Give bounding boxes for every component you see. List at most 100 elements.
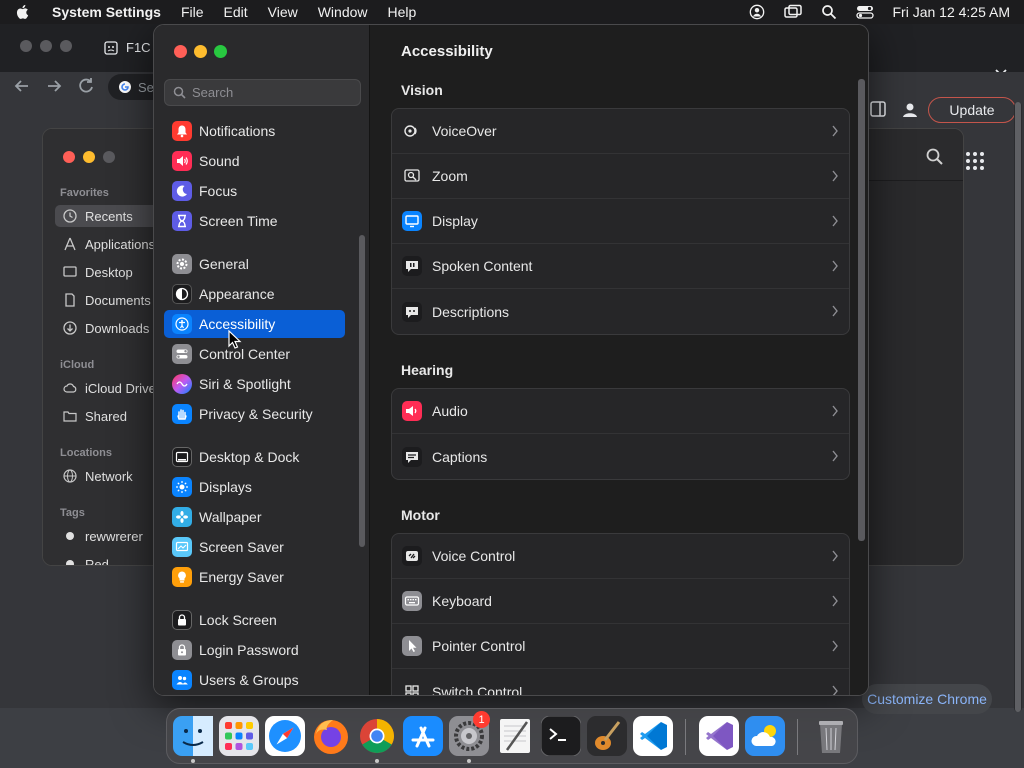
settings-search-field[interactable] — [164, 79, 361, 106]
row-label: Zoom — [432, 168, 468, 184]
dock-launchpad[interactable] — [219, 716, 259, 756]
screen-mirroring-icon[interactable] — [784, 4, 803, 20]
side-panel-icon[interactable] — [870, 101, 886, 117]
row-voice-control[interactable]: Voice Control — [392, 534, 849, 579]
profile-icon[interactable] — [900, 100, 920, 120]
audio-icon — [402, 401, 422, 421]
finder-item-tag-2[interactable]: Red — [63, 553, 109, 566]
finder-item-label: Red — [85, 556, 109, 566]
sidebar-item-focus[interactable]: Focus — [164, 177, 345, 205]
sidebar-item-desktop-dock[interactable]: Desktop & Dock — [164, 443, 345, 471]
menu-clock[interactable]: Fri Jan 12 4:25 AM — [892, 4, 1010, 20]
sidebar-item-users-groups[interactable]: Users & Groups — [164, 666, 345, 694]
back-arrow-icon[interactable] — [12, 76, 32, 96]
menu-window[interactable]: Window — [318, 4, 368, 20]
sidebar-scrollbar-thumb[interactable] — [359, 235, 365, 547]
content-scrollbar-thumb[interactable] — [858, 79, 865, 541]
zoom-button[interactable] — [214, 45, 227, 58]
menu-help[interactable]: Help — [388, 4, 417, 20]
moon-icon — [172, 181, 192, 201]
sidebar-item-login-password[interactable]: Login Password — [164, 636, 345, 664]
menu-view[interactable]: View — [268, 4, 298, 20]
finder-close-button[interactable] — [63, 151, 75, 163]
dock-terminal[interactable] — [541, 716, 581, 756]
dock-textedit[interactable] — [495, 716, 535, 756]
apps-grid-icon[interactable] — [964, 150, 986, 172]
finder-zoom-button[interactable] — [103, 151, 115, 163]
finder-item-applications[interactable]: Applications — [63, 233, 155, 255]
close-button[interactable] — [174, 45, 187, 58]
menu-file[interactable]: File — [181, 4, 204, 20]
row-label: Keyboard — [432, 593, 492, 609]
menu-edit[interactable]: Edit — [224, 4, 248, 20]
dock-trash[interactable] — [811, 716, 851, 756]
spotlight-search-icon[interactable] — [820, 4, 838, 20]
chrome-scrollbar[interactable] — [1014, 102, 1022, 712]
chrome-zoom-button[interactable] — [60, 40, 72, 52]
chevron-right-icon — [832, 305, 838, 317]
row-display[interactable]: Display — [392, 199, 849, 244]
sidebar-item-sound[interactable]: Sound — [164, 147, 345, 175]
sidebar-item-siri-spotlight[interactable]: Siri & Spotlight — [164, 370, 345, 398]
finder-item-downloads[interactable]: Downloads — [63, 317, 149, 339]
sidebar-item-energy-saver[interactable]: Energy Saver — [164, 563, 345, 591]
sidebar-item-screen-saver[interactable]: Screen Saver — [164, 533, 345, 561]
dock-chrome[interactable] — [357, 716, 397, 756]
search-input[interactable] — [192, 85, 352, 100]
reload-icon[interactable] — [76, 76, 96, 96]
shared-folder-icon — [63, 411, 77, 422]
finder-search-icon[interactable] — [925, 147, 945, 167]
finder-item-documents[interactable]: Documents — [63, 289, 151, 311]
dock-finder[interactable] — [173, 716, 213, 756]
forward-arrow-icon[interactable] — [44, 76, 64, 96]
row-descriptions[interactable]: Descriptions — [392, 289, 849, 334]
finder-item-shared[interactable]: Shared — [63, 405, 127, 427]
row-voiceover[interactable]: VoiceOver — [392, 109, 849, 154]
finder-item-network[interactable]: Network — [63, 465, 133, 487]
finder-item-tag-1[interactable]: rewwrerer — [63, 525, 143, 547]
chrome-scrollbar-thumb[interactable] — [1015, 102, 1021, 712]
dock-weather[interactable] — [745, 716, 785, 756]
dock-app-store[interactable] — [403, 716, 443, 756]
sidebar-item-privacy-security[interactable]: Privacy & Security — [164, 400, 345, 428]
dock-visual-studio[interactable] — [699, 716, 739, 756]
dock-vscode[interactable] — [633, 716, 673, 756]
row-label: Display — [432, 213, 478, 229]
dock-garageband[interactable] — [587, 716, 627, 756]
sidebar-item-displays[interactable]: Displays — [164, 473, 345, 501]
sidebar-item-wallpaper[interactable]: Wallpaper — [164, 503, 345, 531]
minimize-button[interactable] — [194, 45, 207, 58]
row-keyboard[interactable]: Keyboard — [392, 579, 849, 624]
chrome-minimize-button[interactable] — [40, 40, 52, 52]
row-audio[interactable]: Audio — [392, 389, 849, 434]
sidebar-item-screen-time[interactable]: Screen Time — [164, 207, 345, 235]
sidebar-item-accessibility[interactable]: Accessibility — [164, 310, 345, 338]
downloads-icon — [63, 321, 77, 335]
chrome-close-button[interactable] — [20, 40, 32, 52]
customize-chrome-button[interactable]: Customize Chrome — [862, 684, 992, 714]
sidebar-item-general[interactable]: General — [164, 250, 345, 278]
dock-firefox[interactable] — [311, 716, 351, 756]
chrome-update-button[interactable]: Update — [928, 97, 1016, 123]
row-switch-control[interactable]: Switch Control — [392, 669, 849, 695]
sidebar-item-lock-screen[interactable]: Lock Screen — [164, 606, 345, 634]
user-account-icon[interactable] — [748, 4, 766, 20]
dock-safari[interactable] — [265, 716, 305, 756]
finder-item-icloud-drive[interactable]: iCloud Drive — [63, 377, 156, 399]
app-name-menu[interactable]: System Settings — [52, 4, 161, 20]
sidebar-item-notifications[interactable]: Notifications — [164, 117, 345, 145]
finder-minimize-button[interactable] — [83, 151, 95, 163]
chrome-tab[interactable]: F1C — [104, 40, 151, 55]
finder-item-desktop[interactable]: Desktop — [63, 261, 133, 283]
screensaver-icon — [172, 537, 192, 557]
apple-menu-icon[interactable] — [14, 3, 32, 21]
sidebar-item-appearance[interactable]: Appearance — [164, 280, 345, 308]
textedit-icon — [500, 719, 530, 753]
finder-item-recents[interactable]: Recents — [55, 205, 163, 227]
row-pointer-control[interactable]: Pointer Control — [392, 624, 849, 669]
row-zoom[interactable]: Zoom — [392, 154, 849, 199]
row-captions[interactable]: Captions — [392, 434, 849, 479]
sidebar-item-control-center[interactable]: Control Center — [164, 340, 345, 368]
control-center-icon[interactable] — [856, 4, 875, 20]
row-spoken-content[interactable]: Spoken Content — [392, 244, 849, 289]
